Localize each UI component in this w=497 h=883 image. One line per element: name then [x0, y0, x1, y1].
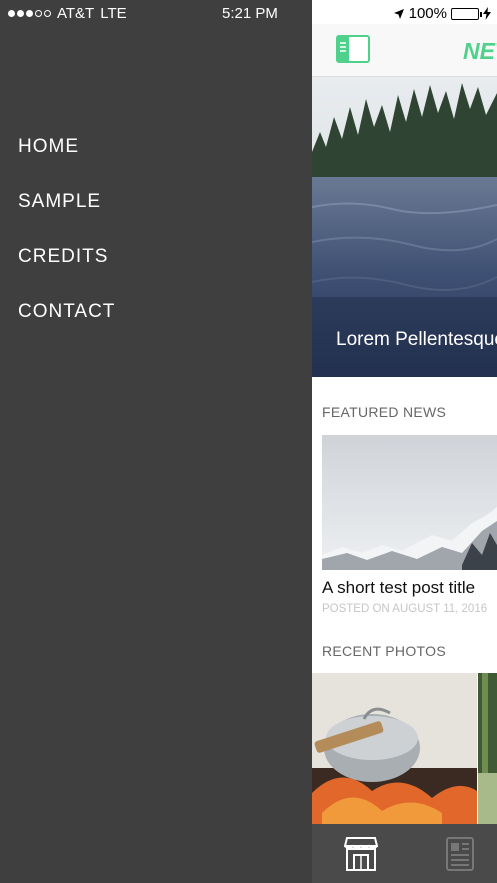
snowy-mountain-photo	[322, 435, 497, 570]
hero-caption: Lorem Pellentesque	[336, 329, 497, 350]
carrier-label: AT&T	[57, 5, 95, 22]
menu-item-credits[interactable]: CREDITS	[18, 246, 115, 301]
status-bar-left: AT&T LTE	[8, 5, 127, 22]
hero-banner[interactable]: Lorem Pellentesque	[312, 77, 497, 377]
bottom-tab-bar	[312, 824, 497, 883]
newspaper-icon[interactable]	[443, 836, 477, 872]
menu-item-home[interactable]: HOME	[18, 136, 115, 191]
menu-item-sample[interactable]: SAMPLE	[18, 191, 115, 246]
battery-icon	[451, 7, 482, 20]
menu-item-contact[interactable]: CONTACT	[18, 301, 115, 356]
featured-post-title[interactable]: A short test post title	[322, 578, 475, 598]
recent-photos-heading: RECENT PHOTOS	[322, 643, 446, 659]
signal-strength-icon	[8, 10, 51, 17]
featured-news-heading: FEATURED NEWS	[322, 404, 447, 420]
sidebar-toggle-icon[interactable]	[336, 35, 370, 63]
status-bar-right: 100%	[393, 5, 491, 22]
recent-photos-strip	[312, 673, 497, 825]
top-navbar: NEWS	[312, 24, 497, 77]
campfire-pot-photo[interactable]	[312, 673, 477, 825]
network-label: LTE	[100, 5, 127, 22]
main-content: 100% NEWS	[312, 0, 497, 883]
battery-percent: 100%	[408, 5, 447, 22]
forest-photo[interactable]	[478, 673, 497, 825]
featured-post-image[interactable]	[322, 435, 497, 570]
featured-post-date: POSTED ON AUGUST 11, 2016	[322, 603, 488, 615]
side-drawer: AT&T LTE 5:21 PM HOME SAMPLE CREDITS CON…	[0, 0, 312, 883]
charging-bolt-icon	[483, 7, 491, 20]
status-time: 5:21 PM	[222, 5, 278, 22]
app-brand-title: NEWS	[463, 38, 497, 64]
store-icon[interactable]	[344, 836, 378, 872]
drawer-menu: HOME SAMPLE CREDITS CONTACT	[18, 136, 115, 356]
location-arrow-icon	[393, 8, 404, 19]
